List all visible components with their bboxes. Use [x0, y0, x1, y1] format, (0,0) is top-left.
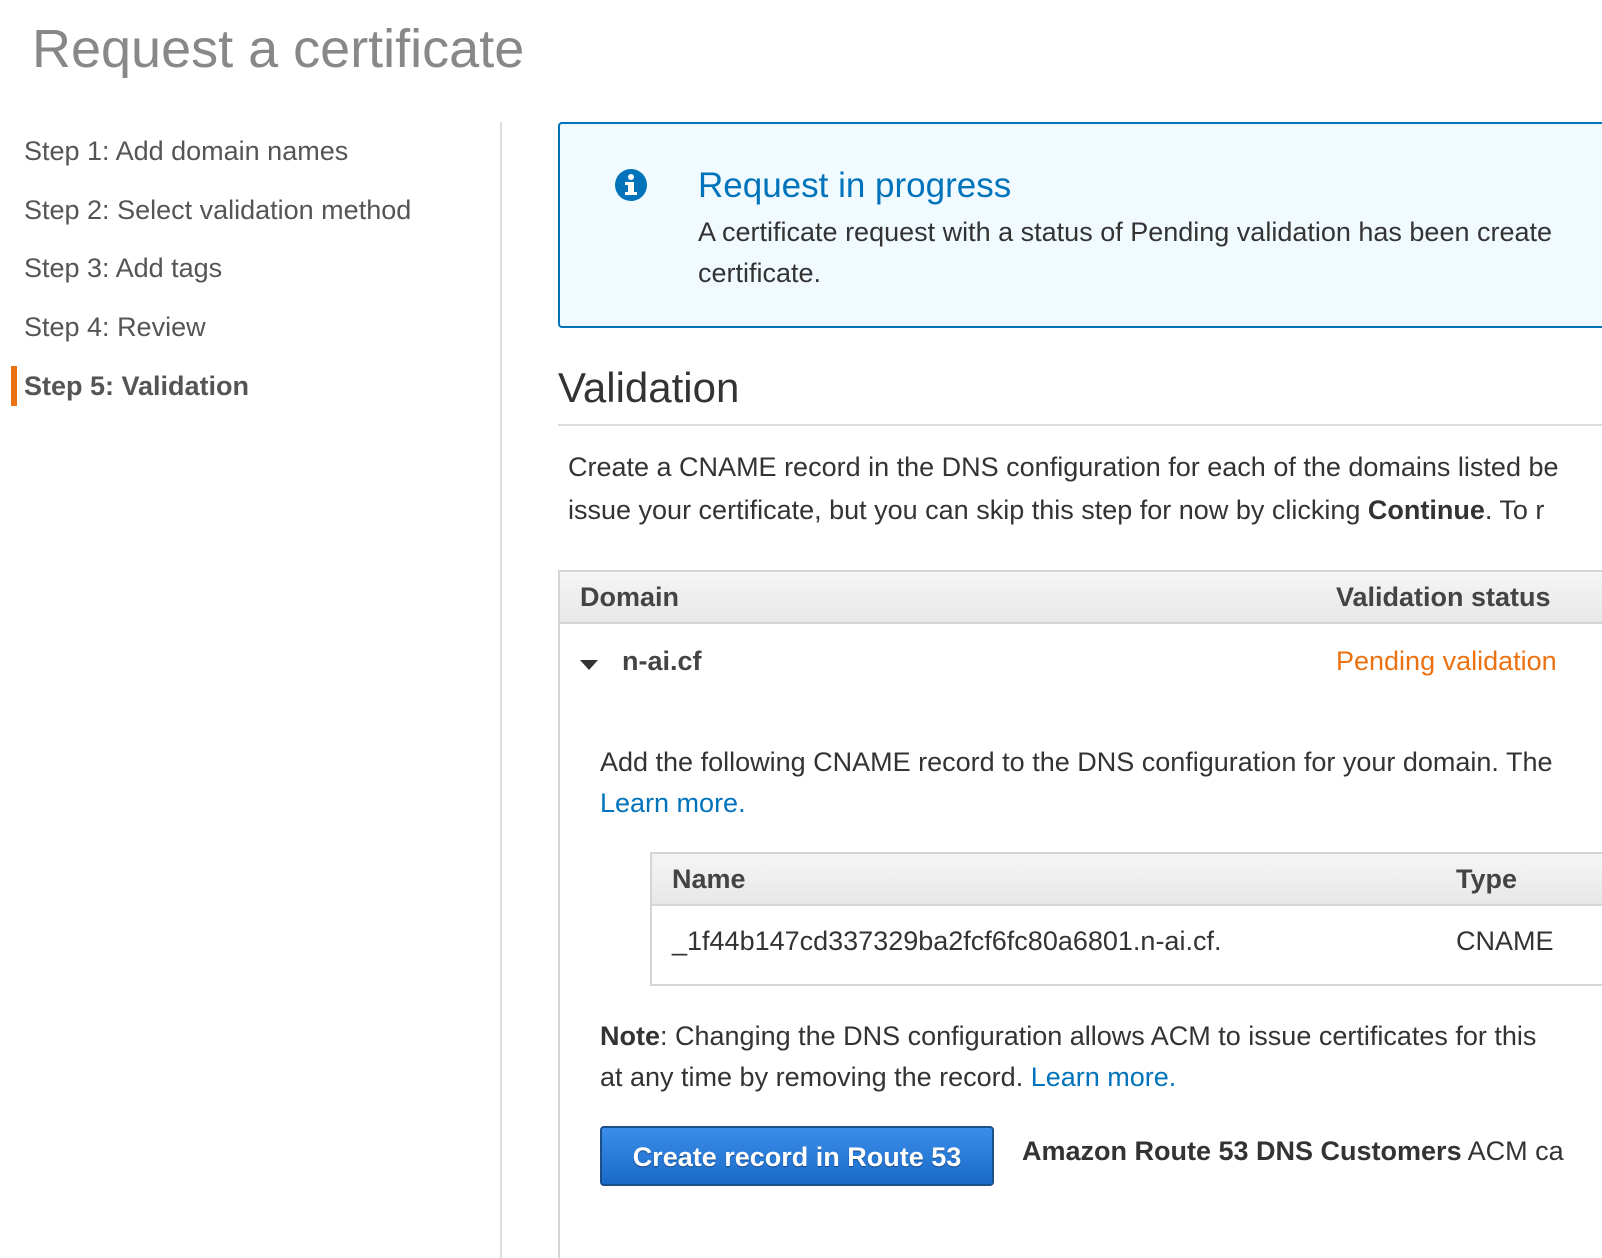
column-header-validation-status[interactable]: Validation status: [1336, 582, 1551, 613]
info-alert: Request in progress A certificate reques…: [558, 122, 1602, 328]
alert-body-line-1: A certificate request with a status of P…: [698, 217, 1553, 247]
note-text: : Changing the DNS configuration allows …: [660, 1021, 1537, 1051]
step-2-link[interactable]: Step 2: Select validation method: [24, 195, 411, 226]
desc-text-before: issue your certificate, but you can skip…: [568, 495, 1368, 525]
validation-status: Pending validation: [1336, 646, 1557, 676]
domain-name[interactable]: n-ai.cf: [622, 646, 702, 677]
section-description-line-1: Create a CNAME record in the DNS configu…: [568, 452, 1559, 482]
column-header-domain[interactable]: Domain: [580, 582, 679, 613]
cname-record-type: CNAME: [1456, 926, 1554, 956]
cname-table-header: Name Type: [652, 854, 1602, 906]
step-5-link[interactable]: Step 5: Validation: [24, 371, 249, 402]
dns-note: Note: Changing the DNS configuration all…: [600, 1016, 1602, 1098]
route53-note-text: ACM ca: [1461, 1136, 1564, 1166]
expand-caret-icon[interactable]: [580, 660, 598, 670]
alert-body-line-2: certificate.: [698, 258, 822, 288]
route53-note: Amazon Route 53 DNS Customers ACM ca: [1022, 1136, 1602, 1167]
step-3-link[interactable]: Step 3: Add tags: [24, 253, 222, 284]
section-description: Create a CNAME record in the DNS configu…: [568, 446, 1602, 532]
note-learn-more-link[interactable]: Learn more.: [1031, 1062, 1177, 1092]
step-1-link[interactable]: Step 1: Add domain names: [24, 136, 348, 167]
section-divider: [558, 424, 1602, 426]
cname-instructions: Add the following CNAME record to the DN…: [600, 742, 1602, 824]
alert-title: Request in progress: [698, 166, 1012, 205]
domain-table: Domain Validation status n-ai.cf Pending…: [558, 570, 1602, 1258]
create-record-route53-button[interactable]: Create record in Route 53: [600, 1126, 994, 1186]
column-header-type: Type: [1456, 864, 1518, 894]
section-description-line-2: issue your certificate, but you can skip…: [568, 489, 1602, 532]
section-title: Validation: [558, 364, 740, 411]
route53-note-bold: Amazon Route 53 DNS Customers: [1022, 1136, 1462, 1166]
domain-table-header: Domain Validation status: [560, 572, 1602, 624]
cname-record-table: Name Type _1f44b147cd337329ba2fcf6fc80a6…: [650, 852, 1602, 986]
step-4-link[interactable]: Step 4: Review: [24, 312, 206, 343]
dns-note-line-1: Note: Changing the DNS configuration all…: [600, 1016, 1602, 1057]
continue-keyword: Continue: [1367, 495, 1485, 525]
cname-instructions-text: Add the following CNAME record to the DN…: [600, 747, 1553, 777]
page-title: Request a certificate: [32, 19, 525, 79]
sidebar-divider: [500, 122, 502, 1258]
alert-body: A certificate request with a status of P…: [698, 212, 1602, 294]
active-step-indicator: [11, 366, 17, 406]
info-icon: [615, 169, 647, 201]
dns-note-line-2: at any time by removing the record. Lear…: [600, 1057, 1602, 1098]
note-text-line-2: at any time by removing the record.: [600, 1062, 1031, 1092]
note-label: Note: [600, 1021, 660, 1051]
learn-more-link[interactable]: Learn more.: [600, 788, 746, 818]
desc-text-after: . To r: [1484, 495, 1545, 525]
column-header-name: Name: [672, 864, 746, 894]
cname-record-name: _1f44b147cd337329ba2fcf6fc80a6801.n-ai.c…: [672, 926, 1222, 956]
